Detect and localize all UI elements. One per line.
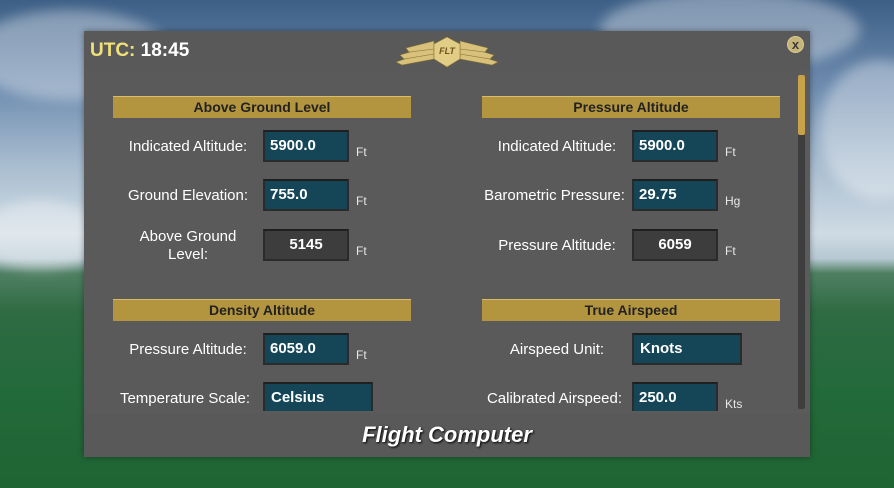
vertical-scrollbar[interactable] <box>798 75 805 409</box>
title-bar: UTC: 18:45 FLT x <box>84 31 810 71</box>
row-above-ground-level: Above Ground Level: 5145 Ft <box>113 228 453 264</box>
row-calibrated-airspeed: Calibrated Airspeed: 250.0 Kts <box>482 381 800 411</box>
field-label: Temperature Scale: <box>119 390 251 407</box>
unit-label: Ft <box>356 194 367 208</box>
close-button[interactable]: x <box>787 36 804 53</box>
temperature-scale-select[interactable]: Celsius <box>263 382 373 411</box>
unit-label: Hg <box>725 194 741 208</box>
row-temperature-scale: Temperature Scale: Celsius <box>113 381 453 411</box>
row-airspeed-unit: Airspeed Unit: Knots <box>482 332 800 368</box>
unit-label: Kts <box>725 397 743 411</box>
section-header: True Airspeed <box>482 299 780 321</box>
close-icon: x <box>791 37 800 52</box>
indicated-altitude-input[interactable]: 5900.0 <box>263 130 349 162</box>
flight-computer-window: UTC: 18:45 FLT x Above Ground Level Indi… <box>84 31 810 457</box>
pressure-altitude-output: 6059 <box>632 229 718 261</box>
row-pressure-altitude: Pressure Altitude: 6059.0 Ft <box>113 332 453 368</box>
row-pressure-altitude: Pressure Altitude: 6059 Ft <box>482 228 800 264</box>
field-label: Indicated Altitude: <box>128 138 248 155</box>
calibrated-airspeed-input[interactable]: 250.0 <box>632 382 718 411</box>
row-barometric-pressure: Barometric Pressure: 29.75 Hg <box>482 178 800 214</box>
flt-wings-logo: FLT <box>395 36 499 68</box>
indicated-altitude-input[interactable]: 5900.0 <box>632 130 718 162</box>
section-header: Density Altitude <box>113 299 411 321</box>
field-label: Indicated Altitude: <box>497 138 617 155</box>
calculator-content: Above Ground Level Indicated Altitude: 5… <box>84 71 800 411</box>
utc-clock: UTC: 18:45 <box>90 40 189 62</box>
section-header: Above Ground Level <box>113 96 411 118</box>
field-label: Pressure Altitude: <box>129 341 247 358</box>
pressure-altitude-input[interactable]: 6059.0 <box>263 333 349 365</box>
field-label: Ground Elevation: <box>127 187 249 204</box>
field-label: Barometric Pressure: <box>484 187 625 204</box>
section-header: Pressure Altitude <box>482 96 780 118</box>
above-ground-level-output: 5145 <box>263 229 349 261</box>
field-label: Airspeed Unit: <box>509 341 605 358</box>
barometric-pressure-input[interactable]: 29.75 <box>632 179 718 211</box>
footer-title: Flight Computer <box>362 422 532 447</box>
unit-label: Ft <box>356 348 367 362</box>
field-label: Pressure Altitude: <box>498 237 616 254</box>
row-indicated-altitude: Indicated Altitude: 5900.0 Ft <box>113 129 453 165</box>
row-ground-elevation: Ground Elevation: 755.0 Ft <box>113 178 453 214</box>
airspeed-unit-select[interactable]: Knots <box>632 333 742 365</box>
footer-bar: Flight Computer <box>84 413 810 457</box>
unit-label: Ft <box>356 244 367 258</box>
ground-elevation-input[interactable]: 755.0 <box>263 179 349 211</box>
logo-text: FLT <box>439 46 456 56</box>
unit-label: Ft <box>725 244 736 258</box>
utc-time: 18:45 <box>140 40 190 61</box>
field-label: Calibrated Airspeed: <box>486 390 623 407</box>
unit-label: Ft <box>356 145 367 159</box>
unit-label: Ft <box>725 145 736 159</box>
row-indicated-altitude: Indicated Altitude: 5900.0 Ft <box>482 129 800 165</box>
field-label: Above Ground Level: <box>139 228 237 263</box>
scrollbar-thumb[interactable] <box>798 75 805 135</box>
utc-label: UTC: <box>90 40 136 61</box>
